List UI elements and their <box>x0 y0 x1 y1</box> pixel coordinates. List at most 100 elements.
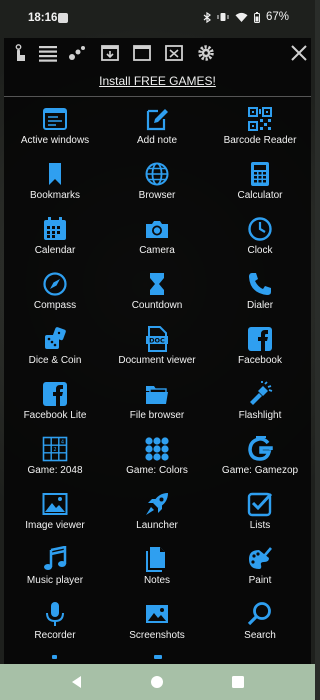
facebook-icon <box>247 326 273 352</box>
facebook-lite-icon <box>42 381 68 407</box>
app-dice-coin[interactable]: Dice & Coin <box>4 326 106 378</box>
bluetooth-icon <box>203 11 211 23</box>
app-label: Dialer <box>246 300 274 311</box>
app-music-player[interactable]: Music player <box>4 546 106 598</box>
status-indicators: 67% <box>203 11 289 23</box>
svg-text:DOC: DOC <box>149 337 165 345</box>
install-games-link[interactable]: Install FREE GAMES! <box>4 74 311 88</box>
phone-icon <box>247 271 273 297</box>
dots-icon[interactable] <box>67 43 87 63</box>
app-image-viewer[interactable]: Image viewer <box>4 491 106 543</box>
app-label: Active windows <box>20 135 90 146</box>
app-game-gamezop[interactable]: Game: Gamezop <box>209 436 311 488</box>
app-notes[interactable]: Notes <box>106 546 208 598</box>
dice-icon <box>42 326 68 352</box>
app-calendar[interactable]: Calendar <box>4 216 106 268</box>
app-flashlight[interactable]: Flashlight <box>209 381 311 433</box>
app-label: Facebook <box>238 355 282 366</box>
microphone-icon <box>42 601 68 627</box>
status-bar: 18:16 67% <box>0 0 315 38</box>
list-icon[interactable] <box>38 43 58 63</box>
camera-icon <box>144 216 170 242</box>
app-label: Compass <box>33 300 77 311</box>
app-dialer[interactable]: Dialer <box>209 271 311 323</box>
compass-icon <box>42 271 68 297</box>
qr-code-icon <box>247 106 273 132</box>
app-label: Countdown <box>131 300 183 311</box>
app-add-note[interactable]: Add note <box>106 106 208 158</box>
clock-icon <box>247 216 273 242</box>
close-icon[interactable] <box>289 43 309 63</box>
svg-text:4: 4 <box>61 440 64 446</box>
app-file-browser[interactable]: File browser <box>106 381 208 433</box>
vibrate-icon <box>217 13 229 21</box>
app-label: Camera <box>139 245 175 256</box>
app-label: Facebook Lite <box>23 410 87 421</box>
app-game-colors[interactable]: Game: Colors <box>106 436 208 488</box>
home-icon[interactable] <box>148 673 166 691</box>
app-panel: Install FREE GAMES! Active windows Add n… <box>4 38 311 664</box>
checkbox-list-icon <box>247 491 273 517</box>
divider <box>4 96 311 97</box>
gear-icon[interactable] <box>196 43 216 63</box>
app-label: File browser <box>129 410 185 421</box>
document-icon: DOC <box>144 326 170 352</box>
magnifier-icon <box>247 601 273 627</box>
app-label: Lists <box>249 520 271 531</box>
app-active-windows[interactable]: Active windows <box>4 106 106 158</box>
app-label: Browser <box>138 190 176 201</box>
app-label: Recorder <box>34 630 76 641</box>
app-document-viewer[interactable]: DOC Document viewer <box>106 326 208 378</box>
app-facebook[interactable]: Facebook <box>209 326 311 378</box>
palette-icon <box>247 546 273 572</box>
app-camera[interactable]: Camera <box>106 216 208 268</box>
svg-text:2: 2 <box>53 447 56 453</box>
app-countdown[interactable]: Countdown <box>106 271 208 323</box>
app-search[interactable]: Search <box>209 601 311 653</box>
app-clock[interactable]: Clock <box>209 216 311 268</box>
music-note-icon <box>42 546 68 572</box>
navigation-bar <box>0 664 315 700</box>
app-label: Calculator <box>237 190 283 201</box>
app-label: Image viewer <box>25 520 85 531</box>
app-label: Flashlight <box>238 410 282 421</box>
app-label: Game: Colors <box>126 465 188 476</box>
app-label: Calendar <box>34 245 76 256</box>
app-label: Add note <box>136 135 178 146</box>
app-label: Barcode Reader <box>223 135 297 146</box>
battery-icon <box>253 11 260 23</box>
app-label: Launcher <box>136 520 178 531</box>
window-icon[interactable] <box>132 43 152 63</box>
app-launcher[interactable]: Launcher <box>106 491 208 543</box>
rocket-icon <box>144 491 170 517</box>
app-label: Paint <box>248 575 272 586</box>
back-icon[interactable] <box>68 673 86 691</box>
close-window-icon[interactable] <box>164 43 184 63</box>
app-label: Clock <box>247 245 273 256</box>
app-calculator[interactable]: Calculator <box>209 161 311 213</box>
app-browser[interactable]: Browser <box>106 161 208 213</box>
next-row-hint-left <box>52 655 57 659</box>
app-facebook-lite[interactable]: Facebook Lite <box>4 381 106 433</box>
app-barcode-reader[interactable]: Barcode Reader <box>209 106 311 158</box>
hourglass-icon <box>144 271 170 297</box>
app-label: Bookmarks <box>29 190 80 201</box>
app-screenshots[interactable]: Screenshots <box>106 601 208 653</box>
recents-icon[interactable] <box>229 673 247 691</box>
calendar-icon <box>42 216 68 242</box>
app-paint[interactable]: Paint <box>209 546 311 598</box>
folder-icon <box>144 381 170 407</box>
app-recorder[interactable]: Recorder <box>4 601 106 653</box>
touch-icon[interactable] <box>10 43 30 63</box>
notification-icon <box>58 13 68 23</box>
download-window-icon[interactable] <box>100 43 120 63</box>
image-icon <box>42 491 68 517</box>
app-lists[interactable]: Lists <box>209 491 311 543</box>
app-label: Game: Gamezop <box>221 465 299 476</box>
app-compass[interactable]: Compass <box>4 271 106 323</box>
app-bookmarks[interactable]: Bookmarks <box>4 161 106 213</box>
app-game-2048[interactable]: 42 Game: 2048 <box>4 436 106 488</box>
gamezop-icon <box>247 436 273 462</box>
dots-grid-icon <box>144 436 170 462</box>
windows-icon <box>42 106 68 132</box>
